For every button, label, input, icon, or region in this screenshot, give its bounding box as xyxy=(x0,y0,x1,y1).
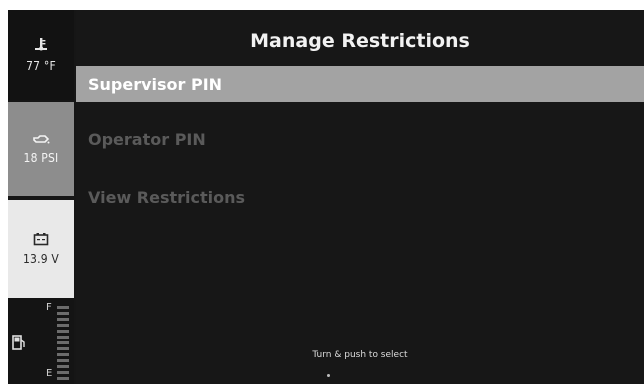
menu-item-supervisor-pin[interactable]: Supervisor PIN xyxy=(76,66,644,102)
menu-list: Supervisor PIN Operator PIN View Restric… xyxy=(76,66,644,234)
battery-icon xyxy=(33,232,49,246)
fuel-level-bar xyxy=(57,306,69,380)
display-screen: 77 °F 18 PSI 13.9 V F E Manage Restricti… xyxy=(8,10,644,384)
oil-pressure-value: 18 PSI xyxy=(23,151,59,165)
menu-item-label: Operator PIN xyxy=(88,129,206,149)
menu-item-label: View Restrictions xyxy=(88,187,246,207)
main-panel: Manage Restrictions Supervisor PIN Opera… xyxy=(76,10,644,384)
temperature-gauge: 77 °F xyxy=(8,10,74,100)
menu-item-view-restrictions[interactable]: View Restrictions xyxy=(76,176,644,218)
menu-item-label: Supervisor PIN xyxy=(88,74,223,94)
fuel-empty-label: E xyxy=(46,368,53,379)
oil-pressure-icon xyxy=(32,133,50,145)
page-title: Manage Restrictions xyxy=(250,30,470,52)
fuel-full-label: F xyxy=(46,302,52,313)
fuel-gauge: F E xyxy=(8,298,74,384)
menu-item-operator-pin[interactable]: Operator PIN xyxy=(76,118,644,160)
temperature-value: 77 °F xyxy=(26,59,56,73)
fuel-icon xyxy=(12,334,26,350)
gauge-column: 77 °F 18 PSI 13.9 V F E xyxy=(8,10,74,384)
scroll-indicator-dot xyxy=(327,374,330,377)
navigation-hint: Turn & push to select xyxy=(312,350,408,360)
voltage-value: 13.9 V xyxy=(22,252,60,266)
temperature-icon xyxy=(33,37,49,53)
voltage-gauge: 13.9 V xyxy=(8,200,74,298)
oil-pressure-gauge: 18 PSI xyxy=(8,102,74,196)
